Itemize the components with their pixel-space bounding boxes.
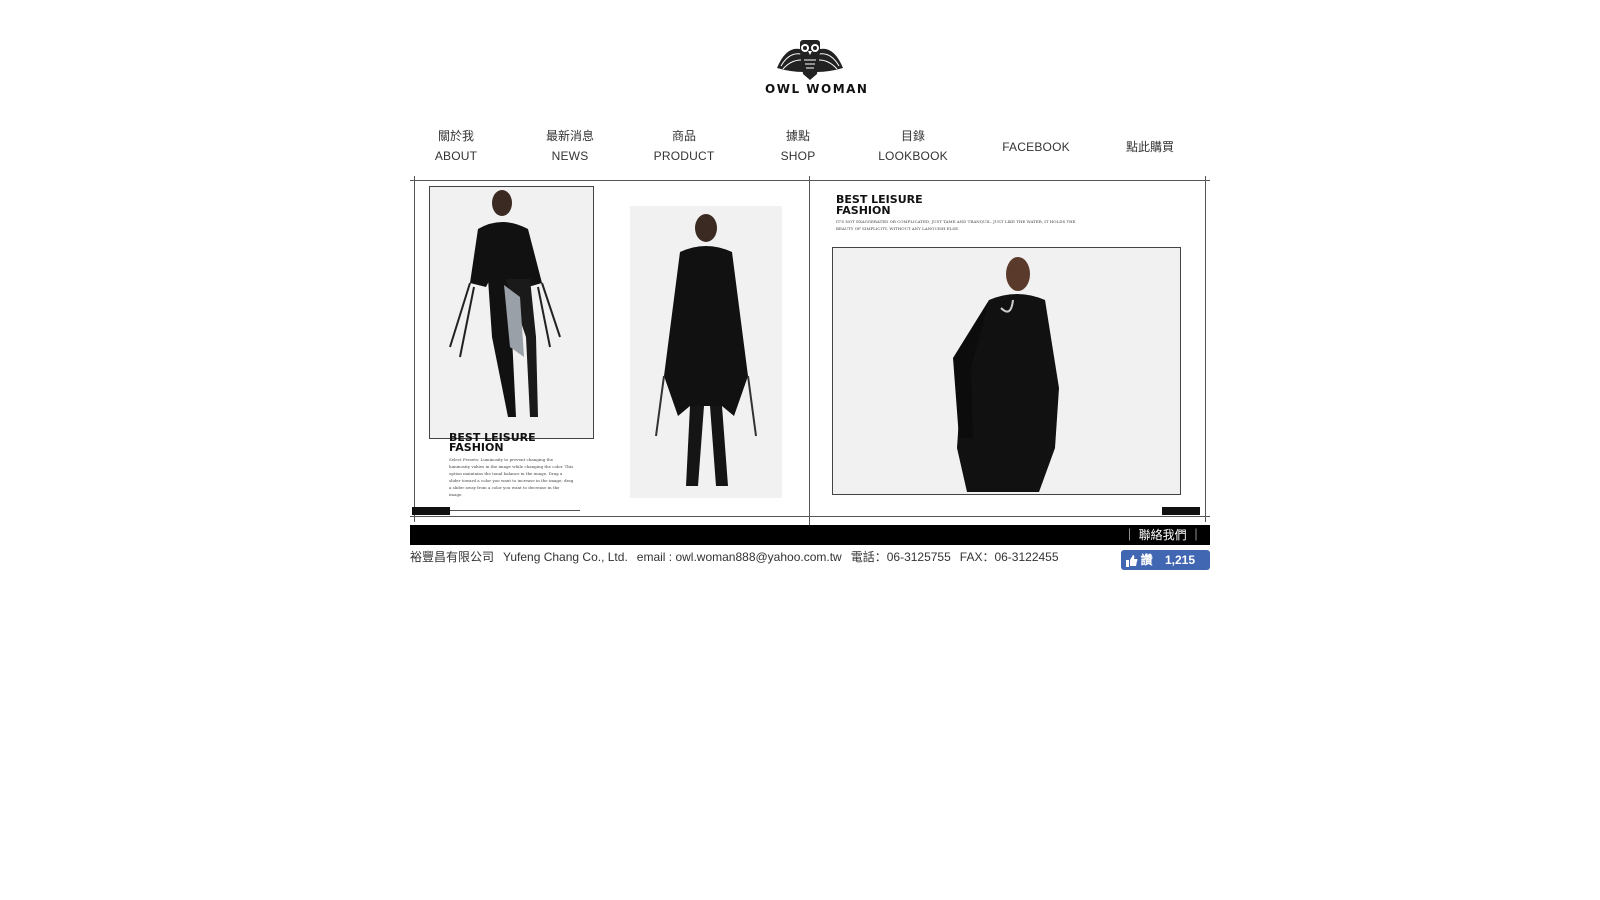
nav-item-label-en: PRODUCT bbox=[653, 149, 715, 163]
footer: 裕豐昌有限公司 Yufeng Chang Co., Ltd. email : owl… bbox=[410, 548, 1210, 570]
company-name: 裕豐昌有限公司 bbox=[410, 550, 495, 564]
main-nav: 關於我 ABOUT 最新消息 NEWS 商品 PRODUCT 據點 SHOP 目… bbox=[410, 126, 1210, 166]
model-figure-icon bbox=[655, 214, 757, 486]
nav-item-news[interactable]: 最新消息 NEWS bbox=[520, 126, 620, 166]
brand-logo[interactable]: OWL WOMAN bbox=[765, 38, 869, 100]
nav-item-label: 點此購買 bbox=[1125, 140, 1174, 154]
page-gutter bbox=[809, 176, 810, 526]
nav-item-label-en: LOOKBOOK bbox=[878, 149, 948, 163]
nav-item-label-en: ABOUT bbox=[434, 149, 478, 163]
nav-item-label-en: NEWS bbox=[551, 149, 589, 163]
nav-item-label-zh: 最新消息 bbox=[545, 129, 594, 143]
footer-fax: FAX：06-3122455 bbox=[959, 550, 1059, 564]
nav-item-label-zh: 目錄 bbox=[900, 129, 925, 143]
caption-body: IT'S NOT EXAGGERATED OR COMPLICATED, JUS… bbox=[836, 219, 1076, 231]
footer-email: email : owl.woman888@yahoo.com.tw bbox=[636, 550, 842, 564]
contact-us-link[interactable]: ｜ 聯絡我們 ｜ bbox=[1123, 525, 1202, 545]
frame-line bbox=[1205, 176, 1206, 522]
like-label: 讚 bbox=[1140, 553, 1153, 567]
facebook-like-button[interactable]: 讚 1,215 bbox=[1120, 550, 1210, 570]
lookbook-photo bbox=[429, 186, 594, 439]
footer-phone: 電話：06-3125755 bbox=[850, 550, 951, 564]
nav-item-label-zh: 商品 bbox=[671, 129, 696, 143]
nav-item-label-zh: 據點 bbox=[785, 129, 810, 143]
nav-item-label: FACEBOOK bbox=[1002, 140, 1070, 154]
lookbook-spread[interactable]: BEST LEISURE FASHION Select Presets: Lum… bbox=[410, 176, 1210, 526]
nav-item-label-zh: 關於我 bbox=[437, 129, 474, 143]
frame-line bbox=[410, 516, 1210, 517]
company-name-en: Yufeng Chang Co., Ltd. bbox=[503, 550, 628, 564]
caption-title: FASHION bbox=[836, 204, 891, 217]
frame-line bbox=[414, 176, 415, 522]
frame-line bbox=[410, 180, 1210, 181]
like-count: 1,215 bbox=[1164, 553, 1195, 567]
caption-body: Select Presets: Luminosity to prevent ch… bbox=[449, 457, 574, 497]
decor-bar bbox=[1162, 507, 1200, 515]
caption-title: FASHION bbox=[449, 441, 504, 454]
brand-name: OWL WOMAN bbox=[765, 82, 869, 96]
thumbs-up-icon bbox=[1125, 554, 1138, 567]
nav-item-product[interactable]: 商品 PRODUCT bbox=[634, 126, 734, 166]
owl-logo-icon bbox=[777, 40, 843, 80]
decor-bar bbox=[412, 507, 450, 515]
decor-line bbox=[450, 510, 580, 511]
lookbook-photo bbox=[832, 247, 1181, 495]
nav-item-label-en: SHOP bbox=[780, 149, 816, 163]
lookbook-photo bbox=[630, 206, 782, 498]
model-figure-icon bbox=[953, 257, 1059, 492]
model-figure-icon bbox=[449, 190, 561, 417]
nav-item-about[interactable]: 關於我 ABOUT bbox=[406, 126, 506, 166]
nav-item-buy[interactable]: 點此購買 bbox=[1100, 137, 1200, 157]
contact-bar: ｜ 聯絡我們 ｜ bbox=[410, 525, 1210, 545]
nav-item-facebook[interactable]: FACEBOOK bbox=[986, 137, 1086, 157]
nav-item-shop[interactable]: 據點 SHOP bbox=[748, 126, 848, 166]
nav-item-lookbook[interactable]: 目錄 LOOKBOOK bbox=[863, 126, 963, 166]
